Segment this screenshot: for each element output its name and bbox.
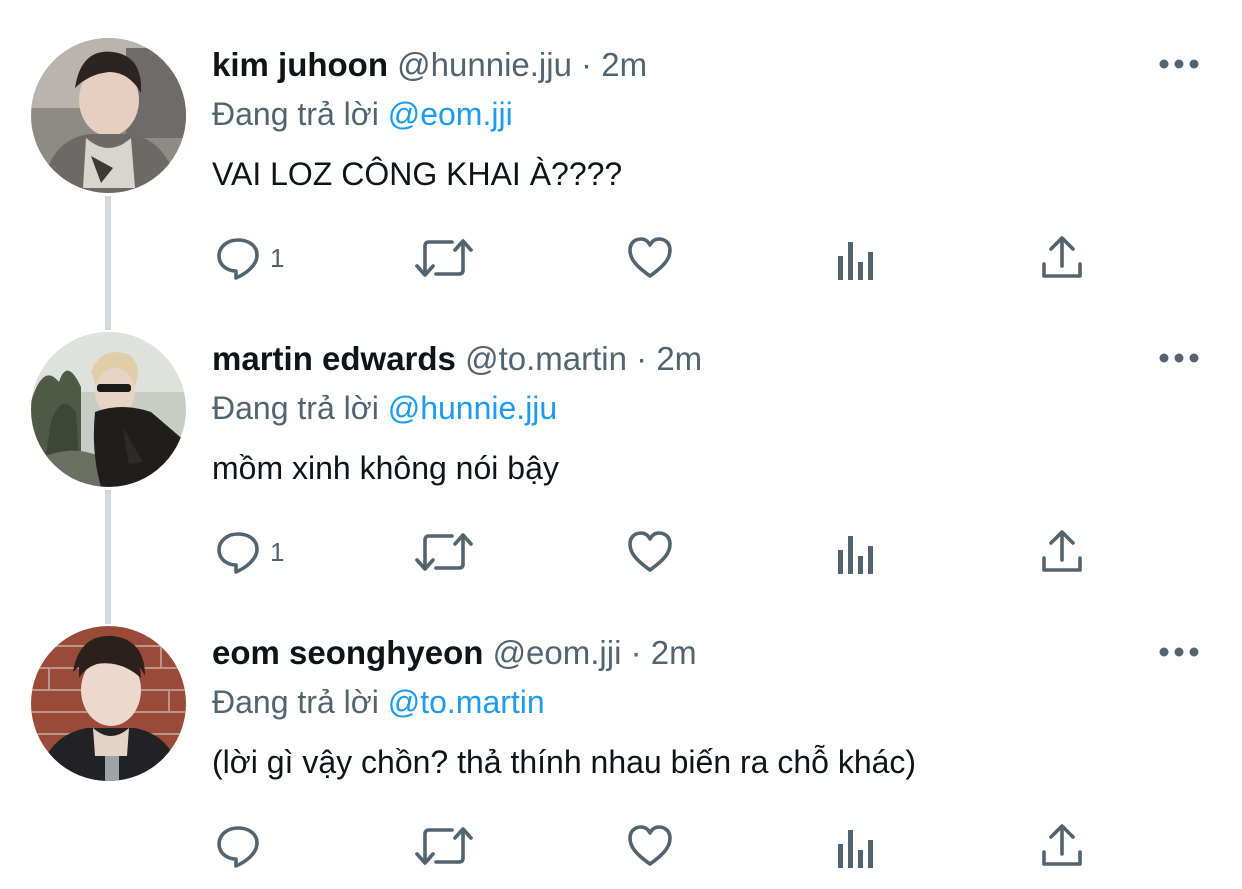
more-icon xyxy=(1159,353,1199,363)
views-button[interactable] xyxy=(834,232,878,284)
replying-to-label: Đang trả lời xyxy=(212,390,379,426)
mention-link[interactable]: @eom.jji xyxy=(388,96,513,132)
share-icon xyxy=(1042,236,1082,278)
reply-icon xyxy=(217,532,259,574)
like-button[interactable] xyxy=(626,232,674,284)
reply-icon xyxy=(217,238,259,280)
share-icon xyxy=(1042,530,1082,572)
more-options-button[interactable] xyxy=(1156,52,1202,76)
retweet-button[interactable] xyxy=(414,820,474,872)
avatar[interactable] xyxy=(31,332,186,487)
like-button[interactable] xyxy=(626,526,674,578)
user-handle[interactable]: @eom.jji xyxy=(493,634,622,671)
tweet-header: martin edwards @to.martin · 2m xyxy=(212,338,702,380)
more-options-button[interactable] xyxy=(1156,640,1202,664)
views-button[interactable] xyxy=(834,820,878,872)
more-options-button[interactable] xyxy=(1156,346,1202,370)
tweet-actions xyxy=(212,820,1092,872)
heart-icon xyxy=(628,531,672,572)
reply-count: 1 xyxy=(270,242,285,273)
retweet-icon xyxy=(415,239,473,277)
display-name[interactable]: martin edwards xyxy=(212,340,456,377)
retweet-icon xyxy=(415,827,473,865)
timestamp[interactable]: 2m xyxy=(656,340,702,377)
tweet-header: eom seonghyeon @eom.jji · 2m xyxy=(212,632,697,674)
tweet-text: VAI LOZ CÔNG KHAI À???? xyxy=(212,156,623,192)
tweet-header: kim juhoon @hunnie.jju · 2m xyxy=(212,44,647,86)
like-button[interactable] xyxy=(626,820,674,872)
retweet-button[interactable] xyxy=(414,526,474,578)
user-handle[interactable]: @to.martin xyxy=(465,340,627,377)
views-button[interactable] xyxy=(834,526,878,578)
timestamp[interactable]: 2m xyxy=(651,634,697,671)
tweet-text: mồm xinh không nói bậy xyxy=(212,450,559,486)
share-icon xyxy=(1042,824,1082,866)
views-icon xyxy=(838,830,873,868)
share-button[interactable] xyxy=(1038,820,1086,872)
tweet[interactable]: martin edwards @to.martin · 2m Đang trả … xyxy=(0,294,1242,588)
retweet-button[interactable] xyxy=(414,232,474,284)
views-icon xyxy=(838,536,873,574)
reply-thread: kim juhoon @hunnie.jju · 2m Đang trả lời… xyxy=(0,0,1242,889)
views-icon xyxy=(838,242,873,280)
tweet-actions: 1 xyxy=(212,526,1092,578)
reply-icon xyxy=(217,826,259,868)
share-button[interactable] xyxy=(1038,526,1086,578)
display-name[interactable]: eom seonghyeon xyxy=(212,634,483,671)
replying-to-line: Đang trả lời @to.martin xyxy=(212,681,545,723)
timestamp[interactable]: 2m xyxy=(601,46,647,83)
tweet-text: (lời gì vậy chồn? thả thính nhau biến ra… xyxy=(212,744,917,780)
tweet[interactable]: kim juhoon @hunnie.jju · 2m Đang trả lời… xyxy=(0,0,1242,294)
heart-icon xyxy=(628,825,672,866)
reply-button[interactable]: 1 xyxy=(214,232,284,284)
more-icon xyxy=(1159,59,1199,69)
retweet-icon xyxy=(415,533,473,571)
separator-dot: · xyxy=(581,46,593,83)
tweet-actions: 1 xyxy=(212,232,1092,284)
avatar[interactable] xyxy=(31,626,186,781)
more-icon xyxy=(1159,647,1199,657)
display-name[interactable]: kim juhoon xyxy=(212,46,388,83)
reply-button[interactable] xyxy=(214,820,270,872)
tweet[interactable]: eom seonghyeon @eom.jji · 2m Đang trả lờ… xyxy=(0,588,1242,882)
heart-icon xyxy=(628,237,672,278)
mention-link[interactable]: @hunnie.jju xyxy=(388,390,557,426)
reply-button[interactable]: 1 xyxy=(214,526,284,578)
share-button[interactable] xyxy=(1038,232,1086,284)
mention-link[interactable]: @to.martin xyxy=(388,684,545,720)
replying-to-line: Đang trả lời @eom.jji xyxy=(212,93,513,135)
avatar[interactable] xyxy=(31,38,186,193)
user-handle[interactable]: @hunnie.jju xyxy=(397,46,572,83)
reply-count: 1 xyxy=(270,536,285,567)
replying-to-label: Đang trả lời xyxy=(212,684,379,720)
separator-dot: · xyxy=(630,634,642,671)
replying-to-label: Đang trả lời xyxy=(212,96,379,132)
separator-dot: · xyxy=(636,340,648,377)
replying-to-line: Đang trả lời @hunnie.jju xyxy=(212,387,557,429)
